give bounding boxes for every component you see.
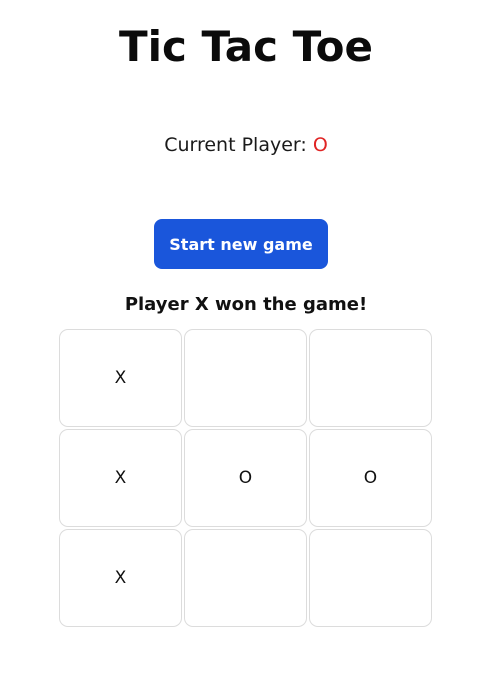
- start-new-game-button[interactable]: Start new game: [154, 219, 328, 269]
- board-cell-r3-c1[interactable]: X: [59, 529, 182, 627]
- board-cell-r3-c2[interactable]: [184, 529, 307, 627]
- board-cell-r1-c1[interactable]: X: [59, 329, 182, 427]
- board-cell-r1-c3[interactable]: [309, 329, 432, 427]
- board-cell-r2-c2[interactable]: O: [184, 429, 307, 527]
- game-status-message: Player X won the game!: [124, 294, 368, 315]
- board-cell-r2-c3[interactable]: O: [309, 429, 432, 527]
- board-cell-r2-c1[interactable]: X: [59, 429, 182, 527]
- game-page: Tic Tac Toe Current Player: O Start new …: [0, 0, 492, 674]
- current-player-value: O: [312, 134, 328, 156]
- current-player-display: Current Player: O: [0, 133, 492, 157]
- board-cell-r3-c3[interactable]: [309, 529, 432, 627]
- game-board: X X O O X: [59, 329, 434, 629]
- page-title: Tic Tac Toe: [118, 22, 374, 71]
- current-player-label: Current Player:: [164, 134, 307, 156]
- board-cell-r1-c2[interactable]: [184, 329, 307, 427]
